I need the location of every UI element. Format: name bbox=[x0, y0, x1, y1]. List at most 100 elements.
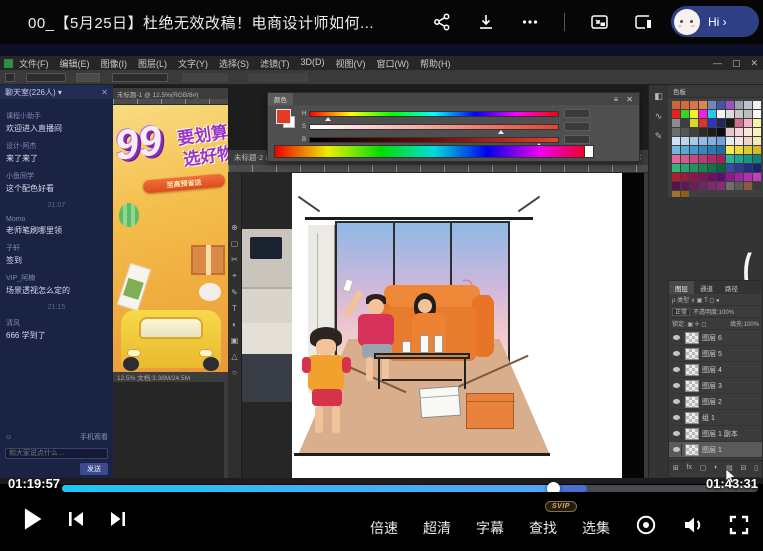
tool-icon[interactable]: ▢ bbox=[231, 239, 239, 248]
progress-bar[interactable] bbox=[62, 485, 758, 492]
color-swatch[interactable] bbox=[672, 101, 680, 109]
color-swatch[interactable] bbox=[672, 128, 680, 136]
color-spectrum-ramp[interactable] bbox=[274, 145, 594, 158]
color-swatch[interactable] bbox=[753, 110, 761, 118]
color-swatch[interactable] bbox=[753, 119, 761, 127]
layers-footer-icon[interactable]: ⊟ bbox=[741, 464, 747, 472]
color-swatch[interactable] bbox=[699, 164, 707, 172]
color-swatch[interactable] bbox=[708, 137, 716, 145]
color-swatch[interactable] bbox=[744, 146, 752, 154]
mini-player-icon[interactable] bbox=[633, 12, 653, 32]
brightness-value-field[interactable] bbox=[564, 135, 590, 144]
color-swatch[interactable] bbox=[726, 182, 734, 190]
color-swatch[interactable] bbox=[681, 146, 689, 154]
ps-menu-item[interactable]: 窗口(W) bbox=[377, 57, 410, 70]
color-swatch[interactable] bbox=[753, 137, 761, 145]
more-icon[interactable] bbox=[520, 12, 540, 32]
color-swatch[interactable] bbox=[690, 155, 698, 163]
color-swatch[interactable] bbox=[753, 128, 761, 136]
color-swatch[interactable] bbox=[690, 182, 698, 190]
player-menu-字幕[interactable]: 字幕 bbox=[476, 518, 504, 538]
color-swatch[interactable] bbox=[735, 128, 743, 136]
foreground-color-swatch[interactable] bbox=[276, 109, 291, 124]
color-swatch[interactable] bbox=[753, 182, 761, 190]
color-swatch[interactable] bbox=[672, 119, 680, 127]
color-swatch[interactable] bbox=[735, 101, 743, 109]
pip-icon[interactable] bbox=[589, 12, 609, 32]
color-swatch[interactable] bbox=[717, 110, 725, 118]
color-swatch[interactable] bbox=[717, 164, 725, 172]
color-swatch[interactable] bbox=[744, 101, 752, 109]
chat-input[interactable] bbox=[5, 448, 108, 459]
color-swatch[interactable] bbox=[726, 128, 734, 136]
color-swatch[interactable] bbox=[708, 110, 716, 118]
account-pill[interactable]: Hi › bbox=[671, 6, 759, 37]
color-swatch[interactable] bbox=[753, 101, 761, 109]
color-swatch[interactable] bbox=[726, 164, 734, 172]
tool-icon[interactable]: ○ bbox=[232, 368, 237, 377]
color-swatch[interactable] bbox=[708, 128, 716, 136]
color-swatch[interactable] bbox=[744, 119, 752, 127]
color-swatch[interactable] bbox=[708, 146, 716, 154]
tool-icon[interactable]: T bbox=[232, 304, 237, 313]
tool-icon[interactable]: △ bbox=[231, 352, 237, 361]
color-swatch[interactable] bbox=[717, 173, 725, 181]
color-swatch[interactable] bbox=[681, 128, 689, 136]
options-field-2[interactable] bbox=[112, 73, 168, 82]
layer-row[interactable]: 图层 5 bbox=[669, 346, 762, 362]
color-swatch[interactable] bbox=[735, 182, 743, 190]
document-canvas[interactable] bbox=[292, 173, 622, 478]
color-swatch[interactable] bbox=[681, 137, 689, 145]
panel-strip-icon[interactable]: ✎ bbox=[655, 131, 663, 142]
color-swatch[interactable] bbox=[708, 182, 716, 190]
layers-tab[interactable]: 图层 bbox=[669, 281, 694, 294]
color-swatch[interactable] bbox=[744, 182, 752, 190]
color-swatch[interactable] bbox=[699, 146, 707, 154]
layer-row[interactable]: 图层 2 bbox=[669, 394, 762, 410]
color-swatch[interactable] bbox=[753, 155, 761, 163]
color-swatch[interactable] bbox=[681, 164, 689, 172]
saturation-slider-marker[interactable] bbox=[498, 130, 504, 134]
layers-tab[interactable]: 通道 bbox=[694, 281, 719, 294]
color-swatch[interactable] bbox=[744, 137, 752, 145]
layer-thumbnail[interactable] bbox=[685, 348, 699, 360]
color-swatch[interactable] bbox=[681, 101, 689, 109]
color-swatch[interactable] bbox=[744, 164, 752, 172]
color-swatch[interactable] bbox=[735, 164, 743, 172]
layers-filter-row[interactable]: ρ 类型 ∨ ▣ T ◻ ● bbox=[669, 294, 762, 306]
volume-icon[interactable] bbox=[682, 514, 704, 541]
panel-close-icon[interactable]: ✕ bbox=[626, 95, 633, 104]
ps-menu-item[interactable]: 选择(S) bbox=[219, 57, 249, 70]
options-tool-icon[interactable] bbox=[5, 73, 15, 82]
color-swatch[interactable] bbox=[726, 155, 734, 163]
layers-footer-icon[interactable]: ▯ bbox=[754, 464, 758, 472]
chat-close-icon[interactable]: ✕ bbox=[101, 88, 108, 97]
layer-row[interactable]: 图层 3 bbox=[669, 378, 762, 394]
color-swatch[interactable] bbox=[699, 137, 707, 145]
ps-menu-item[interactable]: 滤镜(T) bbox=[260, 57, 290, 70]
layers-footer-icon[interactable]: ⊞ bbox=[673, 464, 679, 472]
options-field[interactable] bbox=[76, 73, 100, 82]
layer-thumbnail[interactable] bbox=[685, 364, 699, 376]
layer-thumbnail[interactable] bbox=[685, 444, 699, 456]
tool-icon[interactable]: ◐ bbox=[232, 320, 237, 329]
layer-visibility-eye[interactable] bbox=[672, 412, 682, 424]
color-swatch[interactable] bbox=[708, 101, 716, 109]
ps-window-controls[interactable]: —▢✕ bbox=[713, 56, 758, 70]
color-swatch[interactable] bbox=[708, 119, 716, 127]
color-panel-tab[interactable]: 颜色 bbox=[268, 93, 293, 105]
brightness-slider[interactable] bbox=[309, 137, 559, 143]
options-align-group[interactable] bbox=[248, 73, 308, 82]
share-icon[interactable] bbox=[432, 12, 452, 32]
color-swatch[interactable] bbox=[672, 173, 680, 181]
color-swatch[interactable] bbox=[735, 155, 743, 163]
ps-menu-item[interactable]: 文件(F) bbox=[19, 57, 49, 70]
ps-toolbar[interactable]: ⊕▢✂⌖✎T◐▣△○ bbox=[228, 173, 242, 478]
tool-icon[interactable]: ⌖ bbox=[232, 271, 237, 281]
layer-row[interactable]: 图层 1 bbox=[669, 442, 762, 458]
color-swatch[interactable] bbox=[735, 173, 743, 181]
layers-footer-icon[interactable]: fx bbox=[687, 464, 692, 471]
color-swatch[interactable] bbox=[690, 128, 698, 136]
color-swatch[interactable] bbox=[672, 164, 680, 172]
color-swatch[interactable] bbox=[699, 110, 707, 118]
